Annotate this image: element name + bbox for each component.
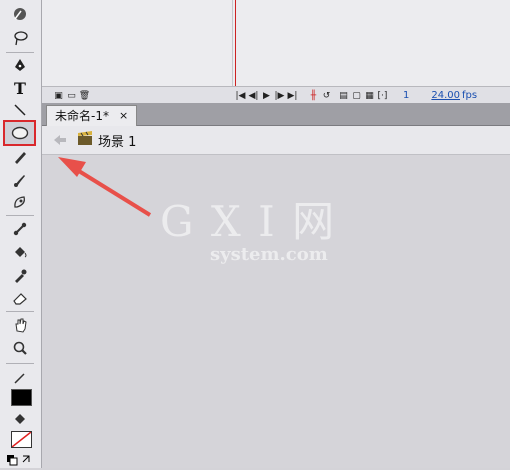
eraser-icon[interactable]	[7, 287, 33, 309]
last-frame-icon[interactable]: ▶|	[286, 90, 299, 102]
new-folder-icon[interactable]: ▭	[65, 90, 78, 102]
watermark: G X I 网 system.com	[160, 197, 337, 266]
line-icon[interactable]	[7, 99, 33, 121]
bone-icon[interactable]	[7, 218, 33, 240]
timeline-panel: ▣ ▭ 🗑 |◀ ◀| ▶ |▶ ▶| ╫ ↺ ▤ ▢ ▦ [·] 1 24.0…	[42, 0, 510, 104]
bucket-icon[interactable]	[7, 241, 33, 263]
eyedropper-icon[interactable]	[7, 264, 33, 286]
fps-unit: fps	[462, 90, 478, 101]
step-forward-icon[interactable]: |▶	[273, 90, 286, 102]
watermark-line1: G X I 网	[160, 197, 337, 246]
lasso-icon[interactable]	[7, 27, 33, 49]
new-layer-icon[interactable]: ▣	[52, 90, 65, 102]
zoom-icon[interactable]	[7, 337, 33, 359]
oval-icon[interactable]	[3, 120, 36, 146]
pencil-icon[interactable]	[7, 146, 33, 168]
edit-multiple-icon[interactable]: ▦	[363, 90, 376, 102]
onion-skin-icon[interactable]: ▤	[337, 90, 350, 102]
subselect-icon[interactable]	[7, 3, 33, 25]
fill-color-swatch[interactable]	[11, 431, 32, 448]
document-tabbar: 未命名-1* ×	[42, 103, 510, 126]
pen-icon[interactable]	[7, 55, 33, 77]
text-icon[interactable]: T	[7, 77, 33, 99]
first-frame-icon[interactable]: |◀	[234, 90, 247, 102]
onion-markers-icon[interactable]: [·]	[376, 90, 389, 102]
deco-icon[interactable]	[7, 191, 33, 213]
watermark-line2: system.com	[210, 244, 328, 265]
loop-icon[interactable]: ↺	[320, 90, 333, 102]
onion-outline-icon[interactable]: ▢	[350, 90, 363, 102]
current-frame: 1	[403, 90, 410, 101]
edit-bar: 场景 1	[42, 126, 510, 155]
scene-label[interactable]: 场景 1	[98, 131, 136, 150]
center-frame-icon[interactable]: ╫	[307, 90, 320, 102]
fps-value[interactable]: 24.00	[431, 90, 460, 101]
document-tab-label: 未命名-1*	[55, 109, 109, 123]
stroke-color-icon[interactable]	[7, 367, 33, 389]
hand-icon[interactable]	[7, 314, 33, 336]
back-arrow-icon[interactable]	[52, 131, 68, 150]
fill-color-icon[interactable]	[7, 408, 33, 430]
brush-icon[interactable]	[7, 169, 33, 191]
document-tab[interactable]: 未命名-1* ×	[46, 105, 138, 126]
play-icon[interactable]: ▶	[260, 90, 273, 102]
close-icon[interactable]: ×	[119, 106, 128, 126]
swap-colors-icon[interactable]	[6, 451, 36, 466]
step-back-icon[interactable]: ◀|	[247, 90, 260, 102]
delete-layer-icon[interactable]: 🗑	[78, 90, 91, 102]
tools-panel: T	[0, 0, 42, 468]
scene-icon	[76, 130, 94, 150]
stroke-color-swatch[interactable]	[11, 389, 32, 406]
timeline-controls: ▣ ▭ 🗑 |◀ ◀| ▶ |▶ ▶| ╫ ↺ ▤ ▢ ▦ [·] 1 24.0…	[42, 86, 510, 104]
timeline-frames[interactable]	[232, 0, 510, 86]
playhead[interactable]	[235, 0, 236, 92]
